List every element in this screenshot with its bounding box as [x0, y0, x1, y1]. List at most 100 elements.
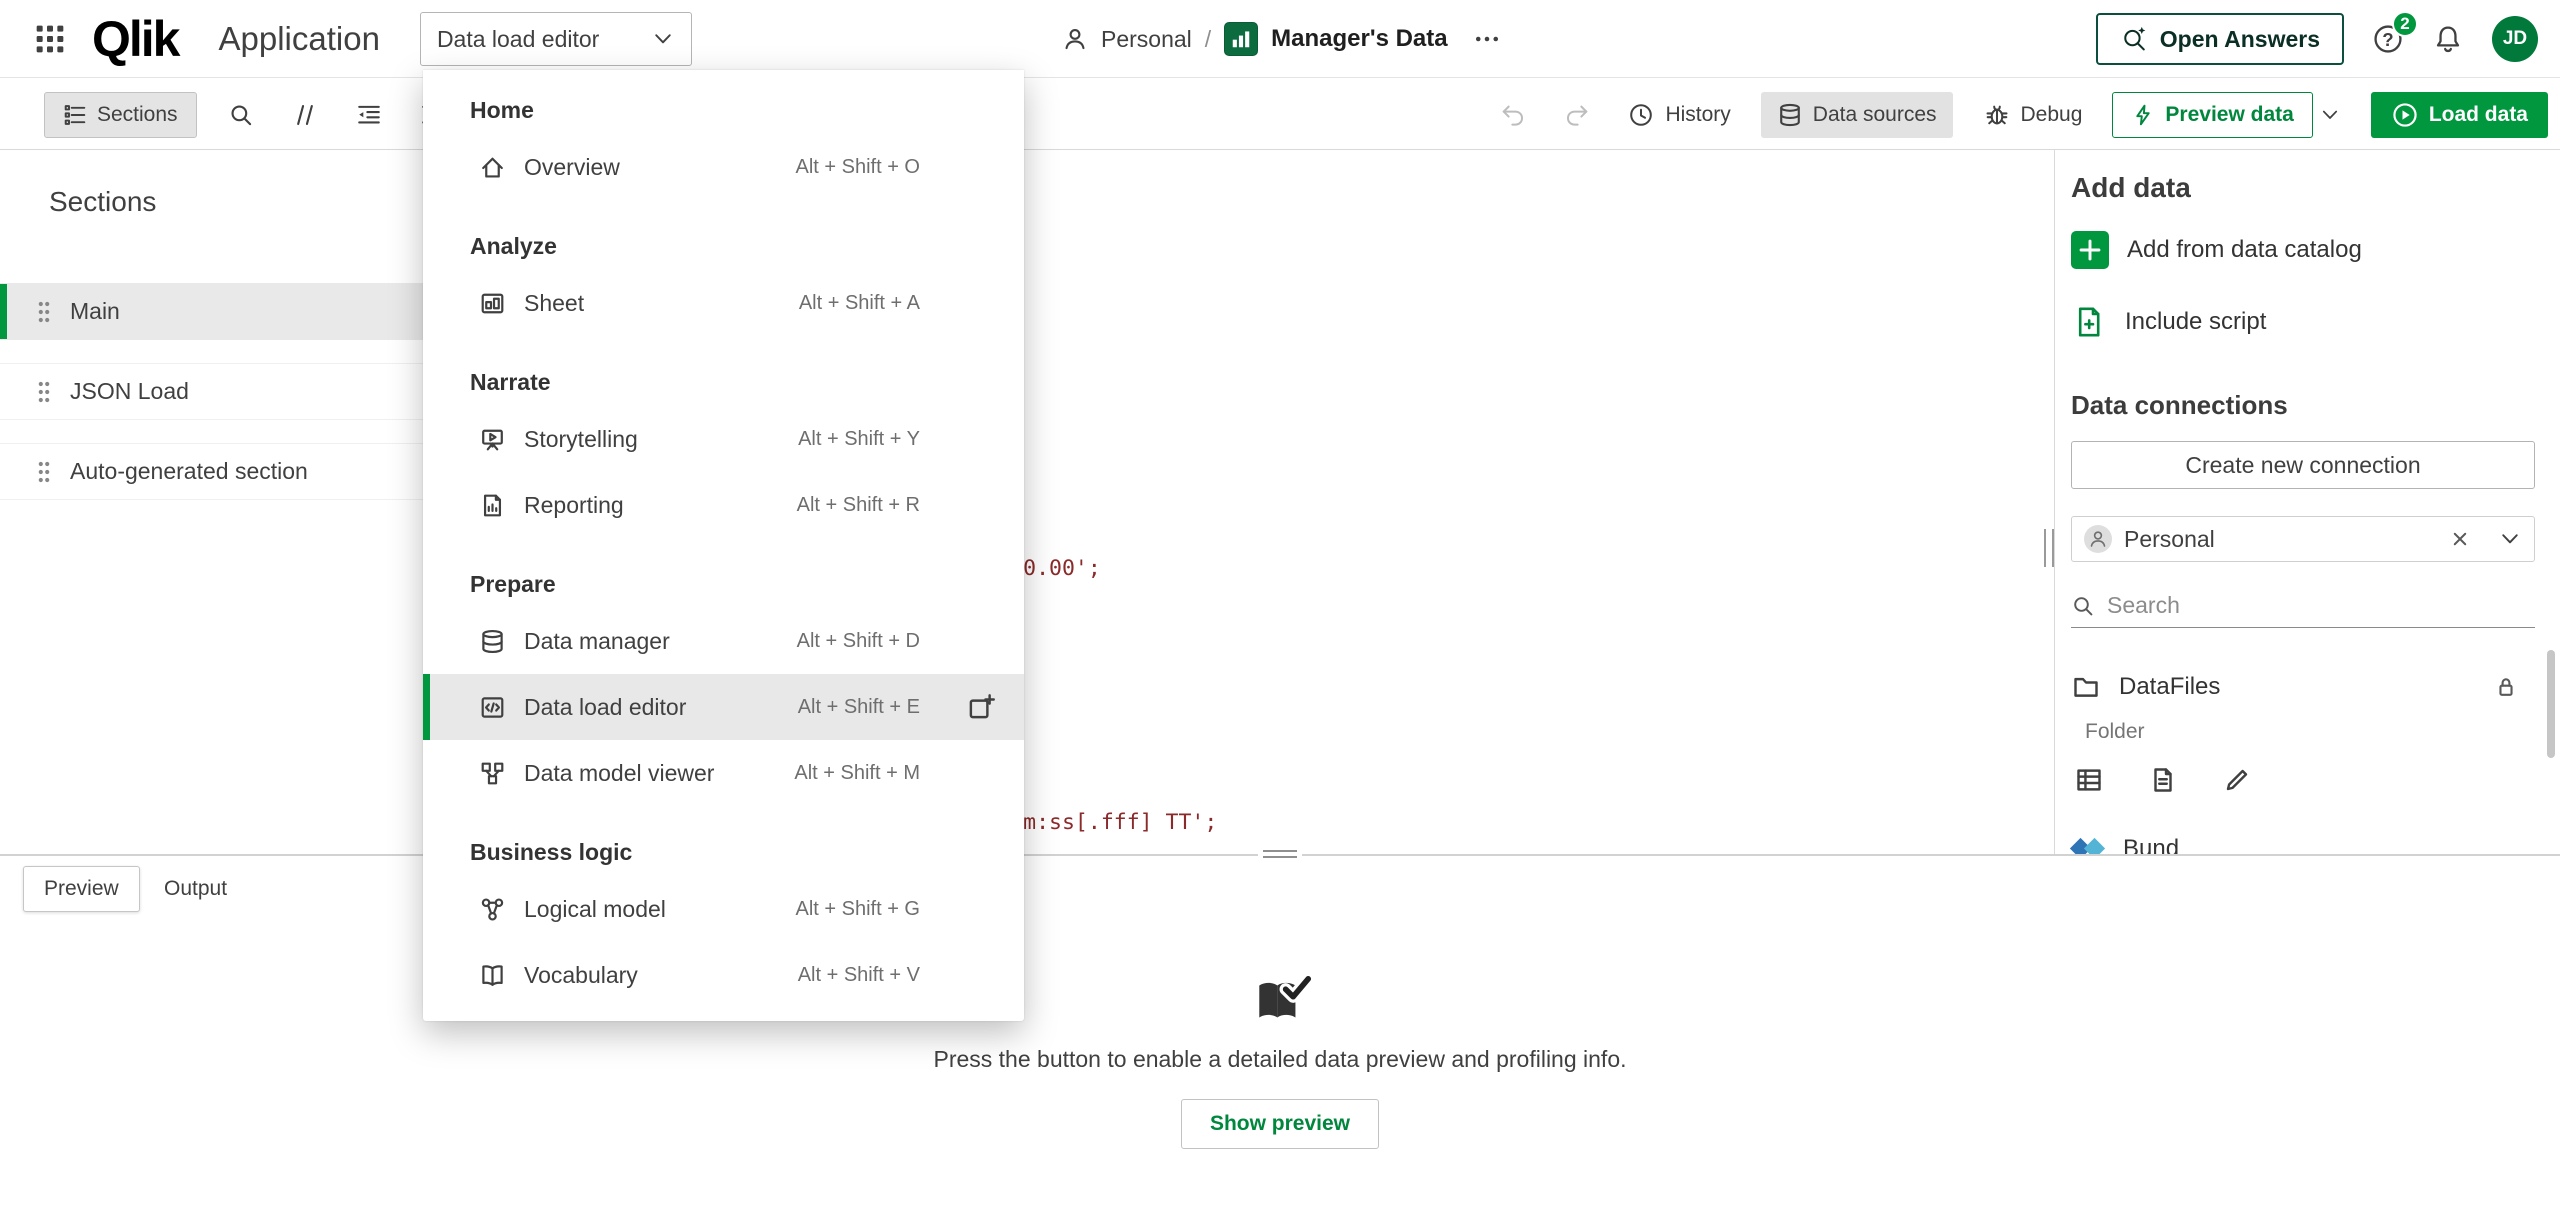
drag-handle-icon[interactable] [36, 299, 52, 325]
notification-badge: 2 [2392, 11, 2418, 37]
menu-item-data-manager[interactable]: Data manager Alt + Shift + D [423, 608, 1024, 674]
show-preview-button[interactable]: Show preview [1181, 1099, 1379, 1149]
person-icon [1062, 26, 1088, 52]
menu-item-data-model-viewer[interactable]: Data model viewer Alt + Shift + M [423, 740, 1024, 806]
include-script-button[interactable]: Include script [2071, 300, 2266, 344]
search-icon [2071, 594, 2095, 618]
create-connection-button[interactable]: Create new connection [2071, 441, 2535, 489]
data-sources-button[interactable]: Data sources [1761, 92, 1953, 138]
menu-item-shortcut: Alt + Shift + Y [798, 428, 920, 451]
connection-search-input[interactable] [2107, 592, 2535, 619]
sections-icon [63, 103, 87, 127]
preview-data-button[interactable]: Preview data [2112, 92, 2312, 138]
app-root: Qlik Application Data load editor Person… [0, 0, 2560, 1219]
section-item-main[interactable]: Main [0, 283, 430, 340]
menu-item-logical-model[interactable]: Logical model Alt + Shift + G [423, 876, 1024, 942]
data-connections-title: Data connections [2071, 390, 2288, 421]
comment-toggle-button[interactable] [285, 95, 325, 135]
insert-script-button[interactable] [2147, 764, 2179, 796]
outdent-icon [356, 102, 382, 128]
reporting-icon [479, 492, 506, 519]
select-data-button[interactable] [2073, 764, 2105, 796]
folder-icon [2071, 672, 2101, 702]
preview-empty-message: Press the button to enable a detailed da… [0, 1046, 2560, 1073]
splitter-handle[interactable] [1258, 846, 1302, 862]
add-data-panel: Add data Add from data catalog Include s… [2054, 150, 2560, 854]
space-filter-dropdown[interactable]: Personal [2071, 516, 2535, 562]
add-from-catalog-label: Add from data catalog [2127, 236, 2362, 264]
redo-icon [1563, 101, 1591, 129]
drag-handle-icon[interactable] [36, 379, 52, 405]
connection-name: DataFiles [2119, 673, 2220, 701]
menu-item-shortcut: Alt + Shift + G [795, 898, 920, 921]
view-switcher-dropdown[interactable]: Data load editor [420, 12, 692, 66]
right-panel-scrollbar[interactable] [2547, 650, 2555, 758]
section-item-label: JSON Load [70, 378, 189, 405]
menu-item-shortcut: Alt + Shift + R [797, 494, 920, 517]
debug-label: Debug [2021, 103, 2083, 127]
menu-group-home: Home [423, 90, 1024, 130]
ellipsis-icon [1473, 25, 1501, 53]
menu-group-narrate: Narrate [423, 362, 1024, 402]
menu-item-shortcut: Alt + Shift + E [798, 696, 920, 719]
redo-button[interactable] [1557, 95, 1597, 135]
menu-item-vocabulary[interactable]: Vocabulary Alt + Shift + V [423, 942, 1024, 1008]
preview-data-menu-button[interactable] [2313, 92, 2347, 138]
preview-data-icon [2131, 103, 2155, 127]
user-avatar[interactable]: JD [2492, 16, 2538, 62]
clear-filter-button[interactable] [2448, 527, 2472, 551]
space-filter-value: Personal [2124, 526, 2215, 553]
notifications-button[interactable] [2432, 23, 2464, 55]
breadcrumb-separator: / [1205, 26, 1211, 53]
drag-handle-icon[interactable] [36, 459, 52, 485]
breadcrumb-space[interactable]: Personal [1101, 26, 1192, 53]
preview-data-label: Preview data [2165, 103, 2293, 127]
section-item-json-load[interactable]: JSON Load [0, 363, 430, 420]
horizontal-splitter [0, 854, 2560, 856]
app-launcher-button[interactable] [30, 19, 70, 59]
tab-preview[interactable]: Preview [23, 866, 140, 912]
add-from-catalog-button[interactable]: Add from data catalog [2071, 226, 2362, 274]
debug-icon [1983, 101, 2011, 129]
menu-item-label: Data manager [524, 628, 670, 655]
history-button[interactable]: History [1621, 92, 1736, 138]
menu-item-sheet[interactable]: Sheet Alt + Shift + A [423, 270, 1024, 336]
section-item-label: Auto-generated section [70, 458, 308, 485]
tab-output[interactable]: Output [144, 866, 247, 912]
open-answers-label: Open Answers [2160, 26, 2320, 53]
open-in-new-tab-button[interactable] [966, 692, 996, 722]
menu-item-label: Storytelling [524, 426, 638, 453]
outdent-button[interactable] [349, 95, 389, 135]
section-item-auto-generated[interactable]: Auto-generated section [0, 443, 430, 500]
menu-item-overview[interactable]: Overview Alt + Shift + O [423, 134, 1024, 200]
menu-item-reporting[interactable]: Reporting Alt + Shift + R [423, 472, 1024, 538]
connection-item-partial[interactable]: Bund [2071, 826, 2179, 854]
comment-icon [292, 102, 318, 128]
create-connection-label: Create new connection [2185, 452, 2420, 479]
lock-icon [2493, 674, 2519, 700]
sections-toggle-button[interactable]: Sections [44, 92, 197, 138]
breadcrumb-app-name[interactable]: Manager's Data [1271, 25, 1447, 53]
grid-icon [35, 24, 65, 54]
menu-item-data-load-editor[interactable]: Data load editor Alt + Shift + E [423, 674, 1024, 740]
menu-item-storytelling[interactable]: Storytelling Alt + Shift + Y [423, 406, 1024, 472]
edit-connection-button[interactable] [2221, 764, 2253, 796]
connection-actions [2073, 764, 2253, 796]
menu-group-analyze: Analyze [423, 226, 1024, 266]
sheet-icon [479, 290, 506, 317]
connection-item-datafiles[interactable]: DataFiles [2055, 664, 2560, 710]
search-script-button[interactable] [221, 95, 261, 135]
load-data-button[interactable]: Load data [2371, 92, 2548, 138]
more-options-button[interactable] [1473, 25, 1501, 53]
section-item-label: Main [70, 298, 120, 325]
panel-resize-handle[interactable] [2044, 529, 2054, 567]
menu-item-label: Logical model [524, 896, 666, 923]
bell-icon [2432, 23, 2464, 55]
top-bar: Qlik Application Data load editor Person… [0, 0, 2560, 78]
view-switcher-value: Data load editor [437, 26, 599, 53]
qlik-logo: Qlik [92, 10, 178, 68]
open-answers-button[interactable]: Open Answers [2096, 13, 2344, 65]
undo-button[interactable] [1493, 95, 1533, 135]
help-button[interactable]: ? 2 [2372, 23, 2404, 55]
debug-button[interactable]: Debug [1977, 92, 2089, 138]
